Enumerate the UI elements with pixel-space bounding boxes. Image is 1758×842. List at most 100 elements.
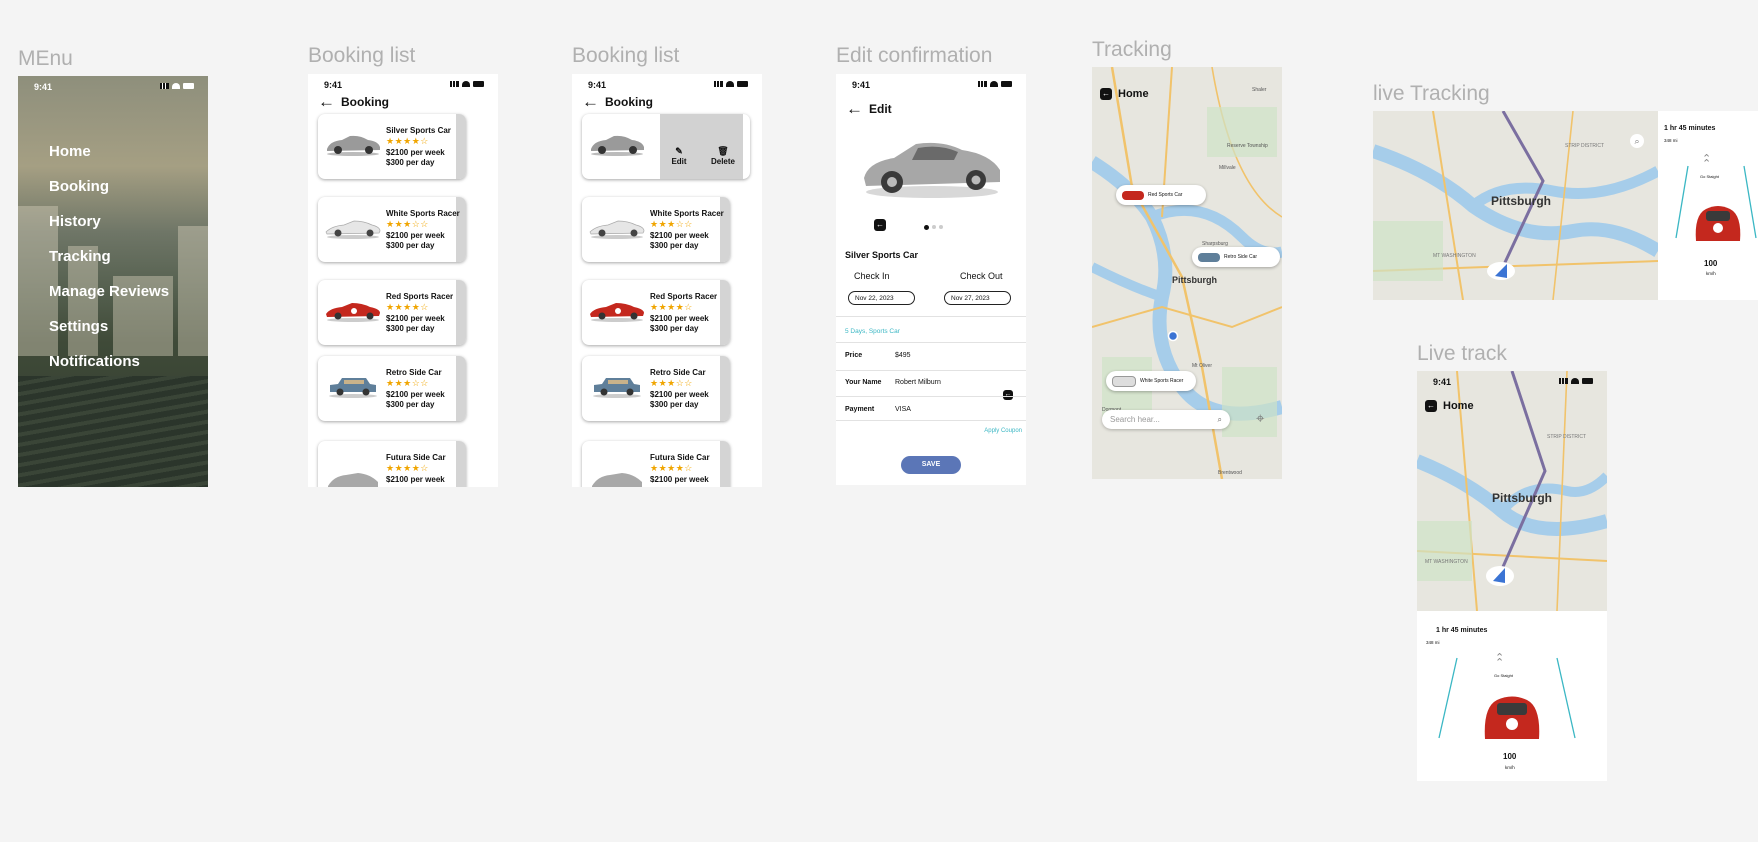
rating-stars: ★★★★☆ [386,136,429,146]
wifi-icon [172,83,180,89]
red-car-rear-image [1695,206,1741,241]
price-week: $2100 per week [386,390,445,399]
locate-icon[interactable]: ⌖ [1256,410,1264,427]
tracking-screen: ← Home Pittsburgh Reserve Township Millva… [1092,67,1282,479]
menu-item-settings[interactable]: Settings [49,318,108,335]
booking-header: ← Booking [318,93,389,110]
menu-item-manage-reviews[interactable]: Manage Reviews [49,283,169,300]
apply-coupon-link[interactable]: Apply Coupon [984,428,1022,434]
pencil-icon: ✎ [675,146,683,156]
name-value[interactable]: Robert Milburn [895,379,941,386]
price-week: $2100 per week [386,475,445,484]
status-time: 9:41 [1433,377,1452,387]
car-marker-white[interactable]: White Sports Racer [1106,371,1196,391]
back-icon: ← [1425,400,1437,412]
price-day: $300 per day [386,241,435,250]
menu-item-notifications[interactable]: Notifications [49,353,140,370]
home-button[interactable]: ← Home [1100,88,1149,100]
status-bar: 9:41 [836,74,1026,92]
car-marker-red[interactable]: Red Sports Car [1116,185,1206,205]
menu-item-booking[interactable]: Booking [49,178,109,195]
search-icon[interactable]: ⌕ [1630,134,1644,148]
frame-title-live-track: Live track [1417,342,1507,365]
wifi-icon [726,81,734,87]
booking-card[interactable]: Futura Side Car ★★★★☆ $2100 per week [582,441,730,487]
edit-button[interactable]: ✎ Edit [664,146,694,166]
home-button[interactable]: ← Home [1425,400,1474,412]
price-day: $300 per day [650,400,699,409]
map-label: STRIP DISTRICT [1547,434,1587,440]
car-name: Futura Side Car [650,453,710,462]
signal-icon [450,81,459,87]
futura-car-image [328,473,378,487]
search-input[interactable]: Search hear... ⌕ [1102,410,1230,429]
silver-car-hero-image [864,142,1000,198]
wifi-icon [1571,378,1579,384]
payment-label: Payment [845,406,875,413]
status-time: 9:41 [852,80,871,90]
status-time: 9:41 [324,80,343,90]
red-racer-image [590,303,644,322]
check-out-label: Check Out [960,271,1003,281]
trip-distance: 348 mi [1426,640,1440,645]
booking-card[interactable]: Retro Side Car ★★★☆☆ $2100 per week $300… [318,356,466,421]
delete-button[interactable]: 🗑 Delete [708,146,738,166]
edit-small-icon[interactable]: ← [1003,390,1013,400]
car-name: White Sports Racer [386,209,460,218]
back-arrow-icon[interactable]: ← [318,93,335,110]
booking-card[interactable]: Red Sports Racer ★★★★☆ $2100 per week $3… [318,280,466,345]
booking-card[interactable]: Red Sports Racer ★★★★☆ $2100 per week $3… [582,280,730,345]
frame-title-menu: MEnu [18,47,73,70]
booking-list-screen: 9:41 ← Booking Silver Sports Car ★★★★☆ $… [308,74,498,487]
car-marker-retro[interactable]: Retro Side Car [1192,247,1280,267]
futura-car-image [592,473,642,487]
price-week: $2100 per week [386,314,445,323]
booking-card[interactable]: Silver Sports Car ★★★★☆ $2100 per week $… [318,114,466,179]
price-week: $2100 per week [650,314,709,323]
check-out-field[interactable]: Nov 27, 2023 [944,291,1011,305]
map-label: Millvale [1219,165,1236,171]
trip-duration: 1 hr 45 minutes [1436,627,1488,634]
booking-card[interactable]: Retro Side Car ★★★☆☆ $2100 per week $300… [582,356,730,421]
menu-item-home[interactable]: Home [49,143,91,160]
price-value: $495 [895,352,911,359]
menu-item-history[interactable]: History [49,213,101,230]
status-bar: 9:41 [308,74,498,92]
back-small-icon[interactable]: ← [874,219,886,231]
price-day: $300 per day [386,324,435,333]
save-button[interactable]: SAVE [901,456,961,474]
carousel-dots [924,225,943,230]
name-label: Your Name [845,379,882,386]
trip-duration: 1 hr 45 minutes [1664,125,1716,132]
battery-icon [1001,81,1012,87]
red-racer-image [326,303,380,322]
edit-header: ← Edit [846,100,892,117]
payment-value[interactable]: VISA [895,406,911,413]
battery-icon [473,81,484,87]
speed-unit: km/h [1706,271,1716,276]
booking-card[interactable]: Futura Side Car ★★★★☆ $2100 per week [318,441,466,487]
price-week: $2100 per week [386,231,445,240]
status-time: 9:41 [588,80,607,90]
map-label: MT WASHINGTON [1425,559,1468,565]
price-week: $2100 per week [386,148,445,157]
silver-car-image [591,135,644,156]
car-name: Red Sports Racer [650,292,718,301]
check-in-field[interactable]: Nov 22, 2023 [848,291,915,305]
wifi-icon [462,81,470,87]
red-car-rear-image [1484,696,1540,739]
back-arrow-icon[interactable]: ← [582,93,599,110]
signal-icon [1559,378,1568,384]
rating-stars: ★★★★☆ [386,463,429,473]
map-city-label: Pittsburgh [1491,194,1551,208]
search-icon: ⌕ [1217,415,1222,424]
live-track-map: 9:41 ← Home Pittsburgh STRIP DISTRICT MT … [1417,371,1607,611]
booking-card[interactable]: White Sports Racer ★★★☆☆ $2100 per week … [318,197,466,262]
page-title: Booking [605,94,653,109]
booking-card[interactable]: White Sports Racer ★★★☆☆ $2100 per week … [582,197,730,262]
swipe-actions: ✎ Edit 🗑 Delete [660,114,743,179]
menu-item-tracking[interactable]: Tracking [49,248,111,265]
booking-card-swiped[interactable]: ✎ Edit 🗑 Delete [582,114,750,179]
battery-icon [183,83,194,89]
back-arrow-icon[interactable]: ← [846,100,863,117]
